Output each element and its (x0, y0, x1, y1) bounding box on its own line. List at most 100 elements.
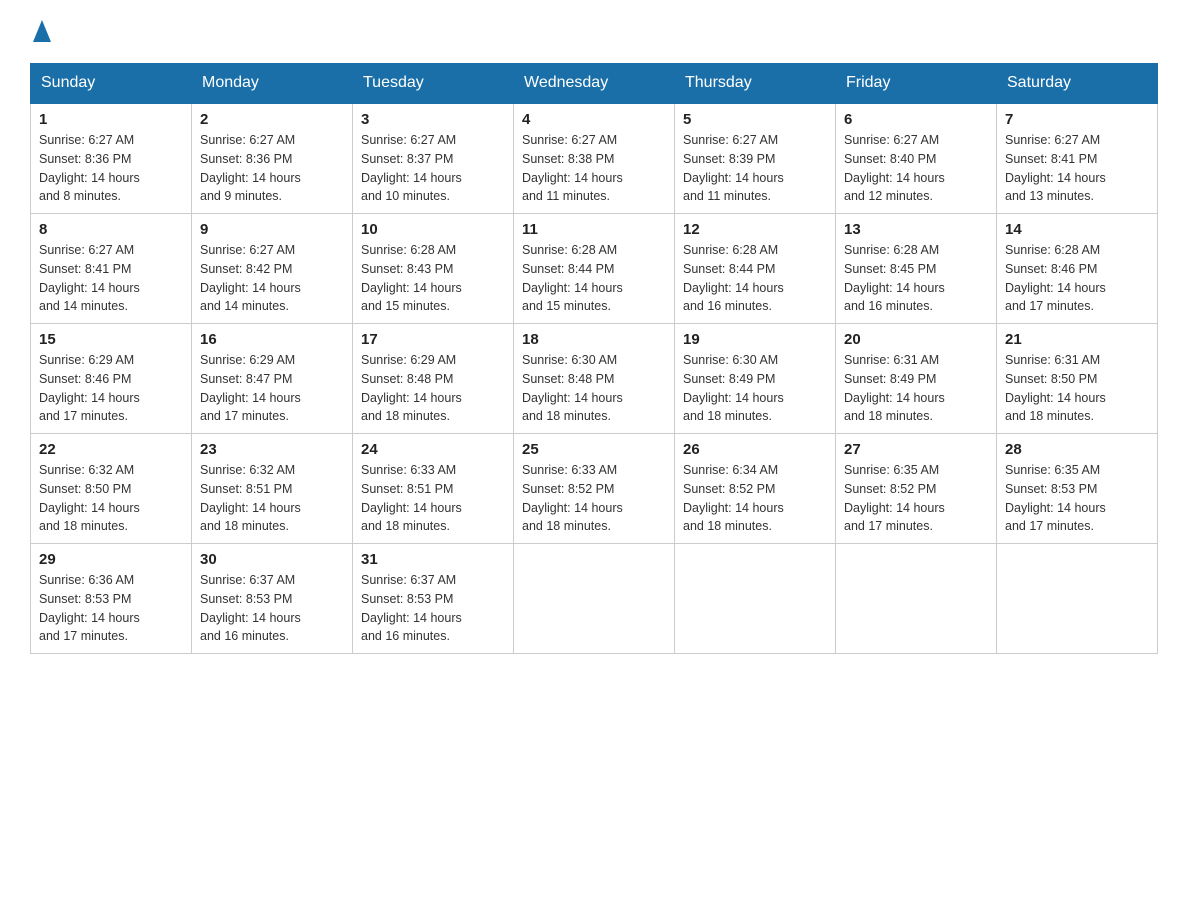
day-info: Sunrise: 6:37 AMSunset: 8:53 PMDaylight:… (200, 573, 301, 643)
day-number: 12 (683, 221, 827, 238)
day-info: Sunrise: 6:35 AMSunset: 8:52 PMDaylight:… (844, 463, 945, 533)
calendar-week-row: 29 Sunrise: 6:36 AMSunset: 8:53 PMDaylig… (31, 544, 1158, 654)
calendar-day-cell: 18 Sunrise: 6:30 AMSunset: 8:48 PMDaylig… (514, 324, 675, 434)
calendar-day-cell: 31 Sunrise: 6:37 AMSunset: 8:53 PMDaylig… (353, 544, 514, 654)
weekday-header-sunday: Sunday (31, 64, 192, 104)
day-number: 26 (683, 441, 827, 458)
calendar-day-cell: 26 Sunrise: 6:34 AMSunset: 8:52 PMDaylig… (675, 434, 836, 544)
calendar-day-cell: 30 Sunrise: 6:37 AMSunset: 8:53 PMDaylig… (192, 544, 353, 654)
weekday-header-monday: Monday (192, 64, 353, 104)
day-number: 20 (844, 331, 988, 348)
weekday-header-tuesday: Tuesday (353, 64, 514, 104)
calendar-day-cell: 1 Sunrise: 6:27 AMSunset: 8:36 PMDayligh… (31, 103, 192, 214)
calendar-day-cell: 8 Sunrise: 6:27 AMSunset: 8:41 PMDayligh… (31, 214, 192, 324)
day-number: 6 (844, 111, 988, 128)
day-number: 8 (39, 221, 183, 238)
logo (30, 20, 54, 45)
calendar-empty-cell (836, 544, 997, 654)
day-number: 15 (39, 331, 183, 348)
day-number: 29 (39, 551, 183, 568)
day-number: 17 (361, 331, 505, 348)
calendar-day-cell: 12 Sunrise: 6:28 AMSunset: 8:44 PMDaylig… (675, 214, 836, 324)
weekday-header-wednesday: Wednesday (514, 64, 675, 104)
day-number: 31 (361, 551, 505, 568)
calendar-day-cell: 15 Sunrise: 6:29 AMSunset: 8:46 PMDaylig… (31, 324, 192, 434)
day-info: Sunrise: 6:33 AMSunset: 8:51 PMDaylight:… (361, 463, 462, 533)
calendar-day-cell: 2 Sunrise: 6:27 AMSunset: 8:36 PMDayligh… (192, 103, 353, 214)
page-header (30, 20, 1158, 45)
day-number: 21 (1005, 331, 1149, 348)
calendar-day-cell: 17 Sunrise: 6:29 AMSunset: 8:48 PMDaylig… (353, 324, 514, 434)
calendar-day-cell: 6 Sunrise: 6:27 AMSunset: 8:40 PMDayligh… (836, 103, 997, 214)
day-number: 1 (39, 111, 183, 128)
calendar-day-cell: 29 Sunrise: 6:36 AMSunset: 8:53 PMDaylig… (31, 544, 192, 654)
day-number: 2 (200, 111, 344, 128)
day-info: Sunrise: 6:27 AMSunset: 8:37 PMDaylight:… (361, 133, 462, 203)
day-info: Sunrise: 6:28 AMSunset: 8:45 PMDaylight:… (844, 243, 945, 313)
day-info: Sunrise: 6:32 AMSunset: 8:51 PMDaylight:… (200, 463, 301, 533)
day-number: 5 (683, 111, 827, 128)
day-info: Sunrise: 6:36 AMSunset: 8:53 PMDaylight:… (39, 573, 140, 643)
day-info: Sunrise: 6:27 AMSunset: 8:39 PMDaylight:… (683, 133, 784, 203)
day-info: Sunrise: 6:28 AMSunset: 8:46 PMDaylight:… (1005, 243, 1106, 313)
day-number: 7 (1005, 111, 1149, 128)
calendar-week-row: 22 Sunrise: 6:32 AMSunset: 8:50 PMDaylig… (31, 434, 1158, 544)
day-info: Sunrise: 6:30 AMSunset: 8:48 PMDaylight:… (522, 353, 623, 423)
day-info: Sunrise: 6:28 AMSunset: 8:43 PMDaylight:… (361, 243, 462, 313)
calendar-empty-cell (997, 544, 1158, 654)
day-info: Sunrise: 6:34 AMSunset: 8:52 PMDaylight:… (683, 463, 784, 533)
day-number: 11 (522, 221, 666, 238)
calendar-week-row: 15 Sunrise: 6:29 AMSunset: 8:46 PMDaylig… (31, 324, 1158, 434)
day-info: Sunrise: 6:27 AMSunset: 8:41 PMDaylight:… (1005, 133, 1106, 203)
day-info: Sunrise: 6:27 AMSunset: 8:36 PMDaylight:… (200, 133, 301, 203)
calendar-day-cell: 27 Sunrise: 6:35 AMSunset: 8:52 PMDaylig… (836, 434, 997, 544)
logo-triangle-icon (33, 20, 51, 42)
calendar-day-cell: 13 Sunrise: 6:28 AMSunset: 8:45 PMDaylig… (836, 214, 997, 324)
day-number: 3 (361, 111, 505, 128)
day-info: Sunrise: 6:37 AMSunset: 8:53 PMDaylight:… (361, 573, 462, 643)
day-info: Sunrise: 6:27 AMSunset: 8:40 PMDaylight:… (844, 133, 945, 203)
calendar-day-cell: 3 Sunrise: 6:27 AMSunset: 8:37 PMDayligh… (353, 103, 514, 214)
calendar-empty-cell (514, 544, 675, 654)
day-info: Sunrise: 6:28 AMSunset: 8:44 PMDaylight:… (683, 243, 784, 313)
day-number: 16 (200, 331, 344, 348)
day-info: Sunrise: 6:30 AMSunset: 8:49 PMDaylight:… (683, 353, 784, 423)
day-number: 25 (522, 441, 666, 458)
day-number: 28 (1005, 441, 1149, 458)
calendar-day-cell: 25 Sunrise: 6:33 AMSunset: 8:52 PMDaylig… (514, 434, 675, 544)
day-number: 27 (844, 441, 988, 458)
weekday-header-saturday: Saturday (997, 64, 1158, 104)
calendar-week-row: 1 Sunrise: 6:27 AMSunset: 8:36 PMDayligh… (31, 103, 1158, 214)
day-number: 10 (361, 221, 505, 238)
day-number: 19 (683, 331, 827, 348)
weekday-header-row: SundayMondayTuesdayWednesdayThursdayFrid… (31, 64, 1158, 104)
day-info: Sunrise: 6:33 AMSunset: 8:52 PMDaylight:… (522, 463, 623, 533)
day-info: Sunrise: 6:35 AMSunset: 8:53 PMDaylight:… (1005, 463, 1106, 533)
calendar-empty-cell (675, 544, 836, 654)
day-info: Sunrise: 6:27 AMSunset: 8:38 PMDaylight:… (522, 133, 623, 203)
day-info: Sunrise: 6:27 AMSunset: 8:41 PMDaylight:… (39, 243, 140, 313)
calendar-day-cell: 22 Sunrise: 6:32 AMSunset: 8:50 PMDaylig… (31, 434, 192, 544)
calendar-day-cell: 10 Sunrise: 6:28 AMSunset: 8:43 PMDaylig… (353, 214, 514, 324)
calendar-day-cell: 16 Sunrise: 6:29 AMSunset: 8:47 PMDaylig… (192, 324, 353, 434)
day-number: 13 (844, 221, 988, 238)
day-number: 9 (200, 221, 344, 238)
calendar-day-cell: 7 Sunrise: 6:27 AMSunset: 8:41 PMDayligh… (997, 103, 1158, 214)
day-info: Sunrise: 6:29 AMSunset: 8:47 PMDaylight:… (200, 353, 301, 423)
calendar-day-cell: 28 Sunrise: 6:35 AMSunset: 8:53 PMDaylig… (997, 434, 1158, 544)
day-number: 23 (200, 441, 344, 458)
calendar-day-cell: 11 Sunrise: 6:28 AMSunset: 8:44 PMDaylig… (514, 214, 675, 324)
calendar-day-cell: 4 Sunrise: 6:27 AMSunset: 8:38 PMDayligh… (514, 103, 675, 214)
day-info: Sunrise: 6:27 AMSunset: 8:36 PMDaylight:… (39, 133, 140, 203)
day-number: 30 (200, 551, 344, 568)
calendar-day-cell: 19 Sunrise: 6:30 AMSunset: 8:49 PMDaylig… (675, 324, 836, 434)
day-number: 18 (522, 331, 666, 348)
calendar-day-cell: 24 Sunrise: 6:33 AMSunset: 8:51 PMDaylig… (353, 434, 514, 544)
day-number: 24 (361, 441, 505, 458)
day-number: 4 (522, 111, 666, 128)
calendar-table: SundayMondayTuesdayWednesdayThursdayFrid… (30, 63, 1158, 654)
calendar-day-cell: 14 Sunrise: 6:28 AMSunset: 8:46 PMDaylig… (997, 214, 1158, 324)
weekday-header-thursday: Thursday (675, 64, 836, 104)
calendar-day-cell: 20 Sunrise: 6:31 AMSunset: 8:49 PMDaylig… (836, 324, 997, 434)
day-info: Sunrise: 6:31 AMSunset: 8:49 PMDaylight:… (844, 353, 945, 423)
